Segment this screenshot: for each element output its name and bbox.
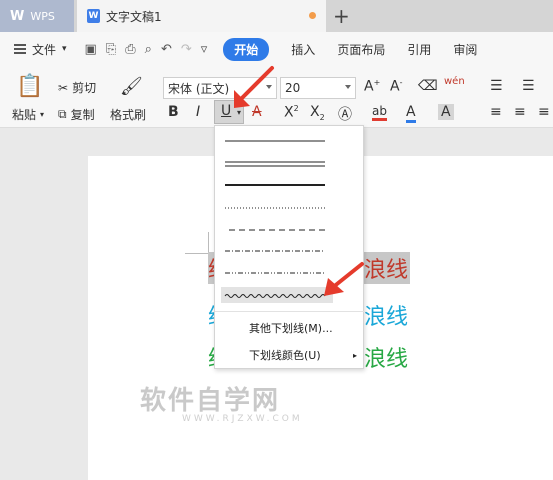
text-effect-icon[interactable]: Ⓐ bbox=[338, 104, 352, 124]
format-painter-label: 格式刷 bbox=[110, 108, 147, 122]
paste-button[interactable]: 粘贴 ▾ bbox=[12, 106, 44, 123]
underline-color-label: 下划线颜色(U) bbox=[249, 349, 321, 362]
export-icon[interactable]: ⎘ bbox=[106, 42, 116, 57]
more-underlines-item[interactable]: 其他下划线(M)... bbox=[215, 317, 365, 339]
page-corner-mark bbox=[185, 232, 209, 254]
undo-icon[interactable]: ↶ bbox=[161, 42, 172, 57]
phonetic-guide-icon[interactable]: wén bbox=[444, 76, 465, 87]
tab-references[interactable]: 引用 bbox=[407, 41, 431, 58]
highlight-icon[interactable]: ab bbox=[372, 104, 387, 121]
subscript-icon[interactable]: X2 bbox=[310, 104, 325, 122]
new-tab-button[interactable]: + bbox=[333, 4, 350, 28]
tab-document-label: 文字文稿1 bbox=[106, 9, 162, 24]
watermark-subtext: WWW.RJZXW.COM bbox=[182, 414, 303, 424]
paste-icon[interactable]: 📋 bbox=[16, 74, 43, 99]
bold-button[interactable]: B bbox=[168, 104, 179, 120]
font-size-value: 20 bbox=[285, 81, 301, 95]
align-center-icon[interactable]: ≡ bbox=[514, 104, 526, 120]
customize-icon[interactable]: ▿ bbox=[201, 42, 208, 57]
superscript-icon[interactable]: X2 bbox=[284, 104, 299, 121]
tab-review[interactable]: 审阅 bbox=[453, 41, 477, 58]
quick-access-toolbar: ▣ ⎘ ⎙ ⌕ ↶ ↷ ▿ bbox=[85, 42, 208, 57]
font-size-select[interactable]: 20 bbox=[280, 77, 356, 99]
font-name-value: 宋体 (正文) bbox=[168, 81, 230, 96]
chevron-down-icon: ▾ bbox=[62, 44, 67, 54]
copy-label: 复制 bbox=[70, 108, 95, 122]
char-shading-icon[interactable]: A bbox=[438, 104, 454, 120]
chevron-right-icon: ▸ bbox=[352, 350, 357, 360]
wps-logo-icon: W bbox=[10, 8, 25, 24]
doc-line-3-end: 浪线 bbox=[364, 347, 409, 372]
chevron-down-icon: ▾ bbox=[40, 110, 45, 119]
save-icon[interactable]: ▣ bbox=[85, 42, 97, 57]
format-painter-button[interactable]: 格式刷 bbox=[110, 106, 146, 123]
print-icon[interactable]: ⎙ bbox=[125, 42, 135, 57]
annotation-arrow-wave bbox=[324, 262, 364, 296]
annotation-arrow-top bbox=[234, 66, 274, 108]
numbered-list-icon[interactable]: ☰ bbox=[522, 78, 535, 94]
format-painter-icon[interactable]: 🖌 bbox=[120, 76, 143, 97]
menu-separator bbox=[215, 311, 365, 312]
tab-start[interactable]: 开始 bbox=[223, 37, 270, 61]
title-bar: W WPS W 文字文稿1 + bbox=[0, 0, 553, 32]
bullet-list-icon[interactable]: ☰ bbox=[490, 78, 503, 94]
watermark-text: 软件自学网 bbox=[140, 386, 281, 416]
file-menu-button[interactable]: 文件 ▾ bbox=[14, 41, 67, 58]
print-preview-icon[interactable]: ⌕ bbox=[145, 42, 152, 57]
align-right-icon[interactable]: ≡ bbox=[538, 104, 550, 120]
more-underlines-label: 其他下划线(M)... bbox=[249, 322, 333, 335]
tab-document[interactable]: W 文字文稿1 bbox=[77, 0, 326, 32]
cut-button[interactable]: ✂ 剪切 bbox=[58, 79, 96, 96]
copy-button[interactable]: ⧉ 复制 bbox=[58, 106, 95, 123]
underline-color-item[interactable]: 下划线颜色(U) ▸ bbox=[215, 344, 365, 366]
scissors-icon: ✂ bbox=[58, 80, 69, 95]
italic-button[interactable]: I bbox=[196, 104, 200, 120]
tab-wps-home[interactable]: W WPS bbox=[0, 0, 74, 32]
copy-icon: ⧉ bbox=[58, 107, 67, 121]
increase-font-icon[interactable]: A+ bbox=[364, 78, 380, 95]
tab-page-layout[interactable]: 页面布局 bbox=[337, 41, 385, 58]
align-left-icon[interactable]: ≡ bbox=[490, 104, 502, 120]
chevron-down-icon bbox=[345, 85, 351, 89]
hamburger-icon bbox=[14, 44, 26, 54]
file-menu-label: 文件 bbox=[32, 42, 57, 57]
cut-label: 剪切 bbox=[72, 81, 97, 95]
clear-format-icon[interactable]: ⌫ bbox=[418, 78, 438, 94]
paste-label: 粘贴 bbox=[12, 108, 37, 122]
tab-insert[interactable]: 插入 bbox=[291, 41, 315, 58]
redo-icon[interactable]: ↷ bbox=[181, 42, 192, 57]
document-icon: W bbox=[87, 9, 100, 23]
tab-wps-label: WPS bbox=[30, 9, 55, 23]
unsaved-dot-icon bbox=[309, 12, 316, 19]
font-color-icon[interactable]: A bbox=[406, 104, 416, 123]
underline-style-menu: 其他下划线(M)... 下划线颜色(U) ▸ bbox=[214, 125, 365, 369]
decrease-font-icon[interactable]: A- bbox=[390, 78, 402, 95]
